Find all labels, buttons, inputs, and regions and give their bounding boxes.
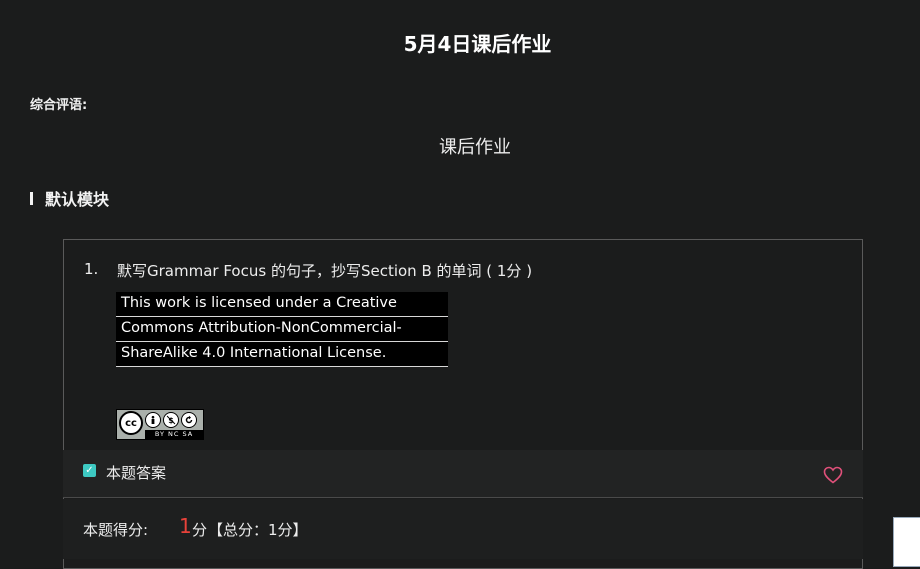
module-marker <box>30 191 33 205</box>
score-value: 1 <box>179 514 192 538</box>
module-header: 默认模块 <box>30 186 109 210</box>
page-title: 5月4日课后作业 <box>403 32 552 56</box>
floating-widget[interactable] <box>893 517 920 567</box>
license-text-block: This work is licensed under a Creative C… <box>116 292 448 367</box>
license-line: ShareAlike 4.0 International License. <box>116 342 448 367</box>
attribution-icon <box>145 412 161 428</box>
noncommercial-icon: $ <box>163 412 179 428</box>
module-title: 默认模块 <box>45 190 110 209</box>
cc-icon: cc <box>119 411 143 435</box>
section-title: 课后作业 <box>439 137 511 158</box>
score-unit: 分 <box>192 521 208 539</box>
score-row: 本题得分: 1 分 【总分：1分】 <box>63 499 863 559</box>
cc-license-badge[interactable]: cc $ BY NC SA <box>116 409 204 440</box>
heart-icon[interactable] <box>823 466 843 488</box>
question-text: 默写Grammar Focus 的句子，抄写Section B 的单词 ( 1分… <box>117 262 533 280</box>
license-line: Commons Attribution-NonCommercial- <box>116 317 448 342</box>
question-number: 1. <box>84 260 99 278</box>
cc-badge-strip: BY NC SA <box>145 430 203 439</box>
answer-label: 本题答案 <box>106 464 167 482</box>
checkbox-icon[interactable]: ✓ <box>83 464 96 477</box>
sharealike-icon <box>181 412 197 428</box>
answer-section[interactable]: ✓ 本题答案 <box>63 450 863 498</box>
question-row: 1. 默写Grammar Focus 的句子，抄写Section B 的单词 (… <box>84 260 532 281</box>
score-total: 【总分：1分】 <box>208 521 308 539</box>
score-label: 本题得分: <box>83 521 149 539</box>
license-line: This work is licensed under a Creative <box>116 292 448 317</box>
overall-comment-label: 综合评语: <box>30 98 88 113</box>
